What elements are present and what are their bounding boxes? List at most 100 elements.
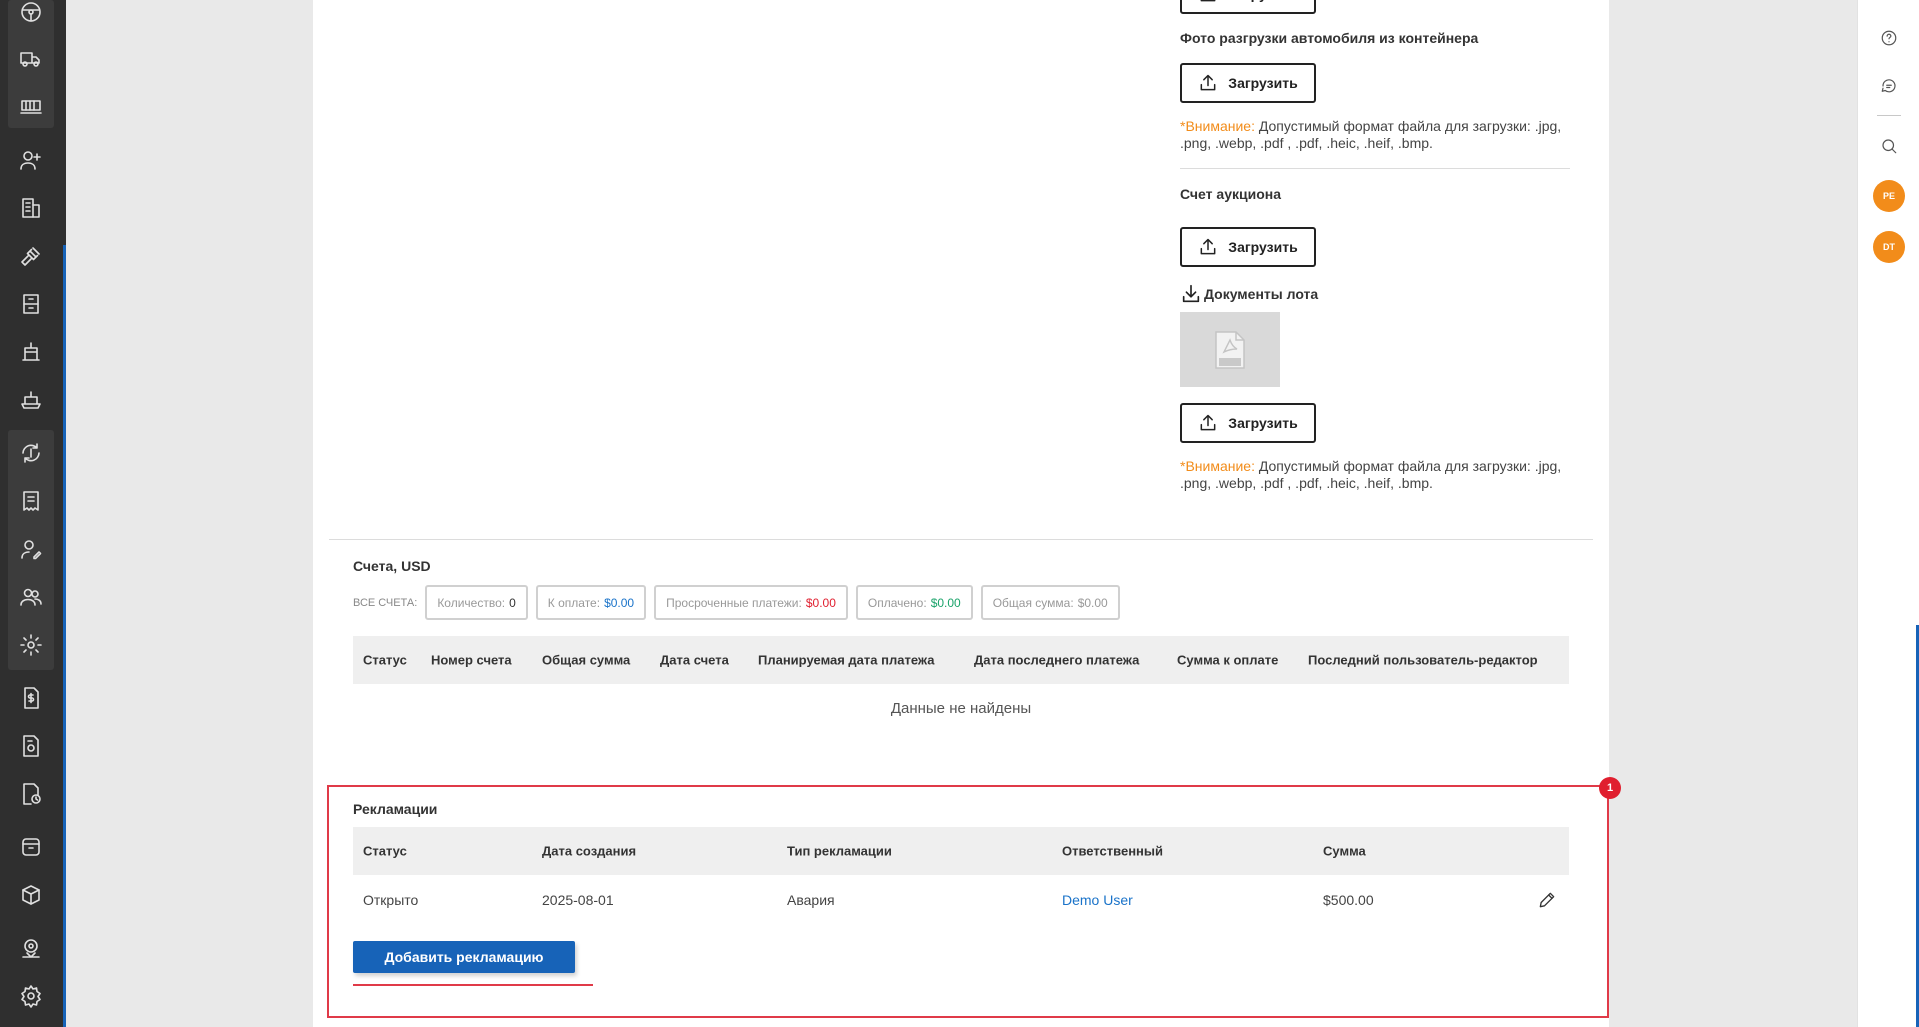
- sidebar-item-user-add[interactable]: [8, 140, 54, 180]
- lot-documents-title[interactable]: Документы лота: [1180, 283, 1318, 305]
- building-icon: [22, 198, 40, 218]
- warning-prefix: *Внимание:: [1180, 118, 1255, 134]
- claim-created: 2025-08-01: [542, 892, 614, 908]
- package-sync-icon: [22, 885, 40, 905]
- sidebar-item-shipping[interactable]: [8, 380, 54, 420]
- settings-cog-user-icon: [20, 634, 42, 656]
- pencil-icon: [1539, 892, 1555, 908]
- upload-lot-documents-button[interactable]: Загрузить: [1180, 403, 1316, 443]
- sidebar-item-users[interactable]: [8, 577, 54, 617]
- help-button[interactable]: [1876, 25, 1902, 51]
- upload-button-label: Загрузить: [1228, 239, 1298, 255]
- column-header-invoice-date[interactable]: Дата счета: [660, 653, 729, 668]
- warehouse-box-icon: [23, 294, 39, 314]
- gavel-icon: [21, 247, 40, 266]
- sidebar-item-archive[interactable]: [8, 827, 54, 867]
- chip-label: Оплачено:: [867, 595, 927, 610]
- upload-unloading-photo-button[interactable]: Загрузить: [1180, 63, 1316, 103]
- column-header-created[interactable]: Дата создания: [542, 844, 636, 859]
- sidebar-item-doc-clock[interactable]: [8, 774, 54, 814]
- column-header-planned-date[interactable]: Планируемая дата платежа: [758, 653, 935, 668]
- upload-button-label: Загрузить: [1228, 0, 1297, 2]
- chip-value: $0.00: [1077, 595, 1108, 610]
- claims-table-header: Статус Дата создания Тип рекламации Отве…: [353, 827, 1569, 875]
- add-claim-button[interactable]: Добавить рекламацию: [353, 941, 575, 973]
- column-header-status[interactable]: Статус: [363, 844, 407, 859]
- warning-prefix: *Внимание:: [1180, 458, 1255, 474]
- upload-button[interactable]: Загрузить: [1180, 0, 1316, 14]
- sidebar-item-crane[interactable]: [8, 332, 54, 372]
- column-header-amount[interactable]: Сумма: [1323, 844, 1366, 859]
- invoice-chip-total[interactable]: Общая сумма: $0.00: [980, 585, 1120, 620]
- chip-label: К оплате:: [547, 595, 601, 610]
- upload-auction-invoice-button[interactable]: Загрузить: [1180, 227, 1316, 267]
- left-sidebar: [0, 0, 66, 1027]
- chip-value: 0: [509, 595, 516, 610]
- unloading-photo-title: Фото разгрузки автомобиля из контейнера: [1180, 30, 1479, 46]
- currency-exchange-icon: [22, 443, 40, 463]
- file-format-note: *Внимание: Допустимый формат файла для з…: [1180, 118, 1580, 152]
- avatar[interactable]: PE: [1873, 180, 1905, 212]
- column-header-total[interactable]: Общая сумма: [542, 653, 630, 668]
- invoice-chip-overdue[interactable]: Просроченные платежи: $0.00: [654, 585, 848, 620]
- sidebar-item-steering[interactable]: [8, 0, 54, 32]
- table-row[interactable]: Открыто 2025-08-01 Авария Demo User $500…: [353, 875, 1569, 925]
- map-pin-icon: [22, 939, 40, 958]
- column-header-claim-type[interactable]: Тип рекламации: [787, 844, 892, 859]
- column-header-status[interactable]: Статус: [363, 653, 407, 668]
- chip-value: $0.00: [805, 595, 836, 610]
- chip-label: Общая сумма:: [992, 595, 1074, 610]
- sidebar-item-doc-settings[interactable]: [8, 726, 54, 766]
- upload-button-label: Загрузить: [1228, 75, 1298, 91]
- truck-icon: [20, 52, 40, 67]
- column-header-invoice-number[interactable]: Номер счета: [431, 653, 512, 668]
- sidebar-item-warehouse[interactable]: [8, 284, 54, 324]
- avatar[interactable]: DT: [1873, 231, 1905, 263]
- column-header-last-payment-date[interactable]: Дата последнего платежа: [974, 653, 1139, 668]
- sidebar-item-settings[interactable]: [8, 976, 54, 1016]
- column-header-last-editor[interactable]: Последний пользователь-редактор: [1308, 653, 1538, 668]
- sidebar-item-map[interactable]: [8, 928, 54, 968]
- chip-label: Просроченные платежи:: [666, 595, 802, 610]
- invoice-chip-to-pay[interactable]: К оплате: $0.00: [535, 585, 647, 620]
- ship-icon: [21, 391, 41, 409]
- search-button[interactable]: [1876, 133, 1902, 159]
- document-clock-icon: [23, 783, 41, 805]
- sidebar-item-doc-dollar[interactable]: [8, 678, 54, 718]
- column-header-responsible[interactable]: Ответственный: [1062, 844, 1163, 859]
- column-header-amount-due[interactable]: Сумма к оплате: [1177, 653, 1278, 668]
- upload-icon: [1200, 0, 1216, 2]
- invoice-chip-paid[interactable]: Оплачено: $0.00: [855, 585, 973, 620]
- sidebar-item-packages[interactable]: [8, 875, 54, 915]
- add-claim-highlight: [353, 984, 593, 986]
- sidebar-item-trucks[interactable]: [8, 39, 54, 79]
- right-rail-divider: [1877, 115, 1901, 116]
- pdf-document-thumbnail[interactable]: [1180, 312, 1280, 387]
- user-add-icon: [20, 151, 41, 170]
- sidebar-item-buildings[interactable]: [8, 188, 54, 228]
- railcar-icon: [20, 100, 42, 114]
- edit-claim-button[interactable]: [1537, 890, 1557, 910]
- sidebar-item-receipts[interactable]: [8, 481, 54, 521]
- sidebar-item-user-settings[interactable]: [8, 625, 54, 665]
- upload-icon: [1200, 238, 1216, 255]
- file-format-note: *Внимание: Допустимый формат файла для з…: [1180, 458, 1580, 492]
- search-icon: [1882, 139, 1897, 154]
- auction-invoice-title: Счет аукциона: [1180, 186, 1281, 202]
- claim-status: Открыто: [363, 892, 419, 908]
- sidebar-item-user-edit[interactable]: [8, 529, 54, 569]
- claim-responsible-link[interactable]: Demo User: [1062, 892, 1133, 908]
- chat-button[interactable]: [1876, 73, 1902, 99]
- upload-icon: [1200, 414, 1216, 431]
- sidebar-item-auctions[interactable]: [8, 236, 54, 276]
- claim-amount: $500.00: [1323, 892, 1374, 908]
- user-edit-icon: [21, 540, 42, 560]
- chip-label: Количество:: [437, 595, 506, 610]
- crane-icon: [22, 342, 40, 361]
- main-panel: Загрузить Фото разгрузки автомобиля из к…: [313, 0, 1621, 1027]
- sidebar-item-railcars[interactable]: [8, 87, 54, 127]
- sidebar-item-exchange[interactable]: [8, 433, 54, 473]
- invoice-chip-count[interactable]: Количество: 0: [425, 585, 528, 620]
- chip-value: $0.00: [930, 595, 961, 610]
- claim-type: Авария: [787, 892, 835, 908]
